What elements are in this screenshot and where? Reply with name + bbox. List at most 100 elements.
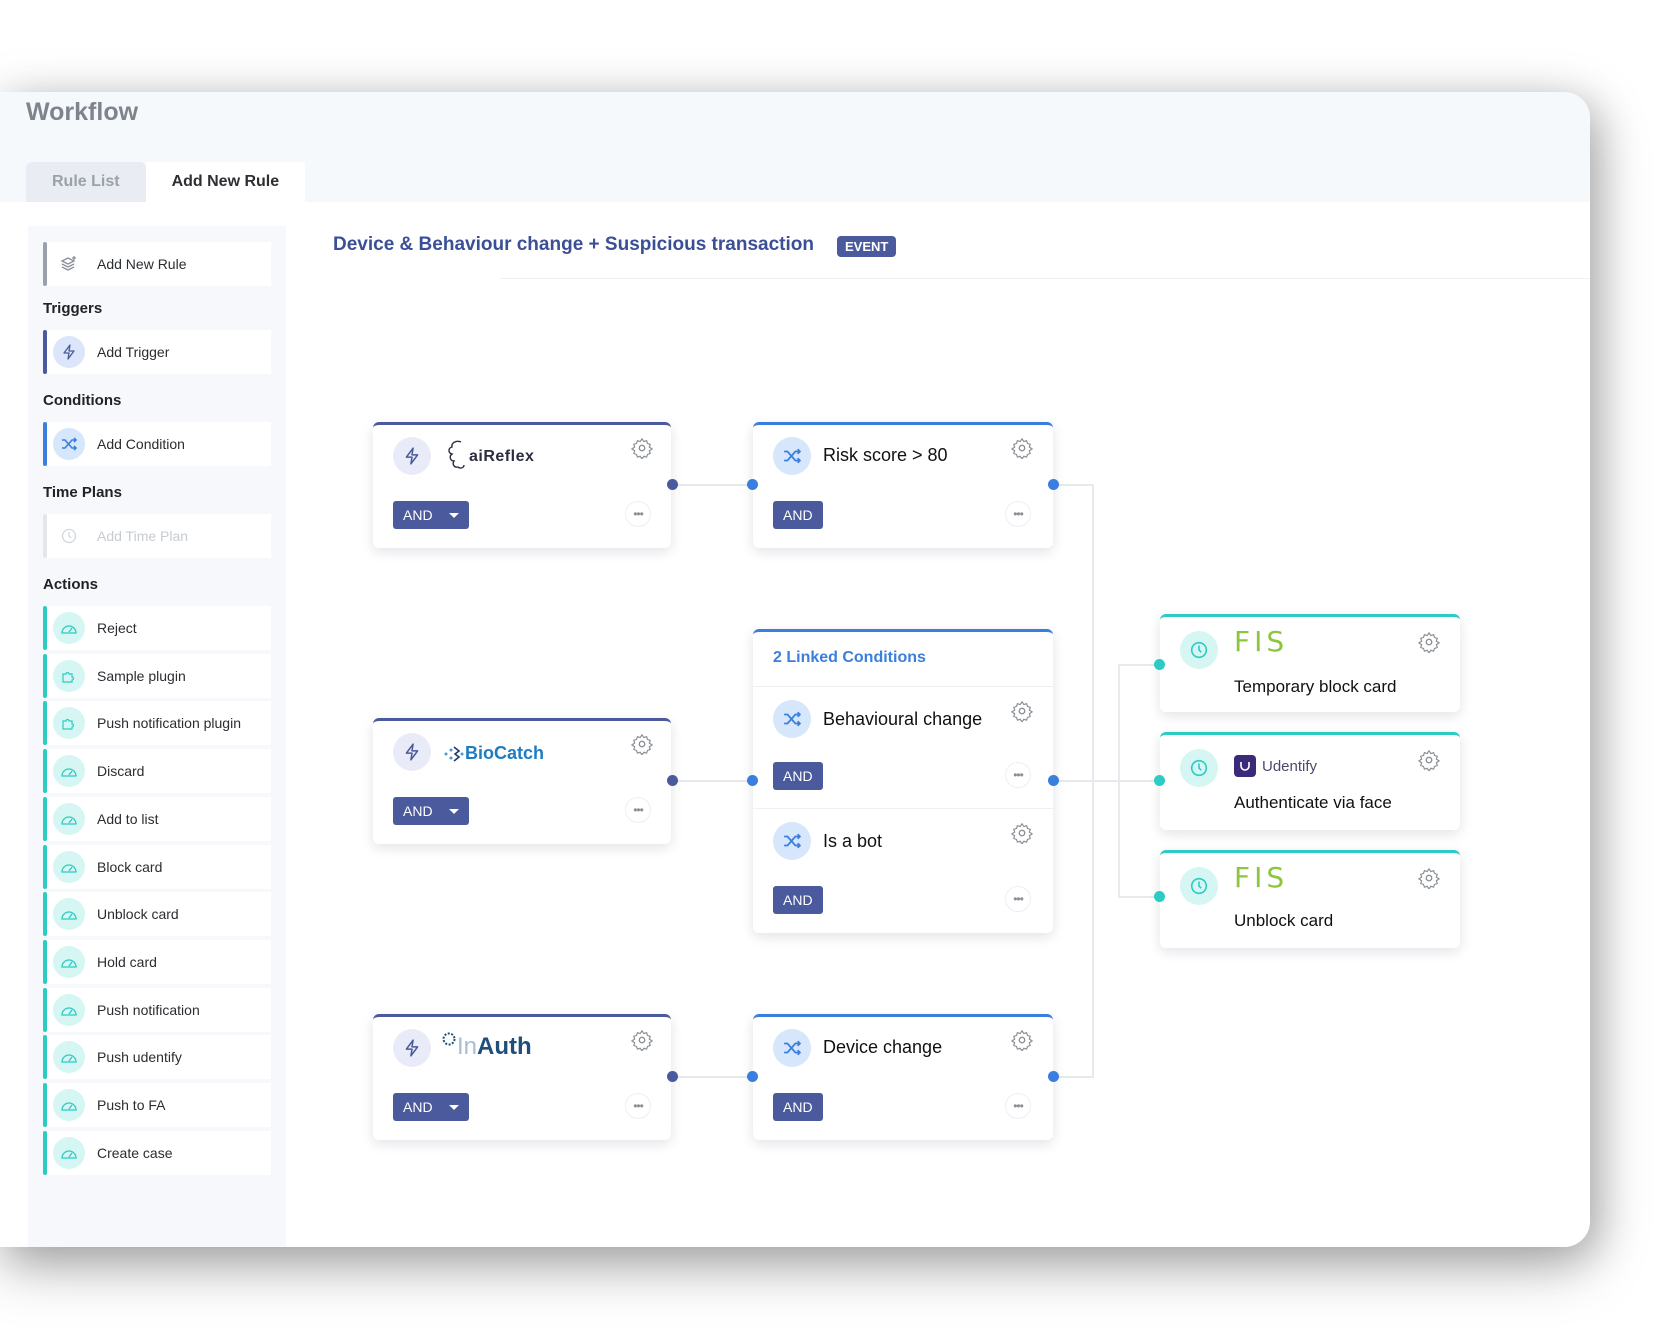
- item-accent: [43, 330, 47, 374]
- connector-line: [1058, 484, 1094, 486]
- action-label: Temporary block card: [1234, 677, 1397, 696]
- item-accent: [43, 514, 47, 558]
- brand-prefix: In: [457, 1033, 478, 1060]
- inauth-logo: In Auth: [441, 1031, 532, 1061]
- more-options-button[interactable]: •••: [1005, 886, 1031, 912]
- lightning-icon: [393, 733, 431, 771]
- more-options-button[interactable]: •••: [1005, 762, 1031, 788]
- sidebar-item-add-new-rule[interactable]: Add New Rule: [43, 242, 271, 286]
- gear-icon[interactable]: [1418, 631, 1440, 653]
- action-node-temporary-block[interactable]: FIS Temporary block card: [1160, 614, 1460, 712]
- gear-icon[interactable]: [631, 1029, 653, 1051]
- gear-icon[interactable]: [631, 733, 653, 755]
- sidebar-action-item[interactable]: Discard: [43, 749, 271, 794]
- connector-handle[interactable]: [667, 1071, 678, 1082]
- divider: [500, 278, 1590, 279]
- operator-dropdown[interactable]: AND: [393, 1093, 469, 1121]
- clock-icon: [53, 520, 85, 552]
- sidebar-item-add-trigger[interactable]: Add Trigger: [43, 330, 271, 374]
- action-node-authenticate-face[interactable]: Udentify Authenticate via face: [1160, 732, 1460, 830]
- connector-handle[interactable]: [667, 775, 678, 786]
- operator-label: AND: [403, 803, 433, 819]
- gauge-icon: [53, 1136, 85, 1169]
- item-accent: [43, 987, 47, 1032]
- connector-handle[interactable]: [667, 479, 678, 490]
- sidebar-action-item[interactable]: Push notification: [43, 987, 271, 1032]
- more-options-button[interactable]: •••: [1005, 501, 1031, 527]
- brand-name: BioCatch: [465, 743, 545, 763]
- sidebar-item-label: Sample plugin: [97, 667, 186, 684]
- sidebar-item-add-condition[interactable]: Add Condition: [43, 422, 271, 466]
- sidebar-action-item[interactable]: Push udentify: [43, 1035, 271, 1080]
- connector-handle[interactable]: [747, 775, 758, 786]
- trigger-node-inauth[interactable]: In Auth AND •••: [373, 1014, 671, 1140]
- sidebar-action-item[interactable]: Push notification plugin: [43, 701, 271, 746]
- connector-handle[interactable]: [1154, 775, 1165, 786]
- operator-label: AND: [783, 507, 813, 523]
- linked-conditions-group[interactable]: 2 Linked Conditions Behavioural change A…: [753, 629, 1053, 933]
- operator-button[interactable]: AND: [773, 1093, 823, 1121]
- operator-dropdown[interactable]: AND: [393, 501, 469, 529]
- item-accent: [43, 1035, 47, 1080]
- sidebar-item-label: Push udentify: [97, 1049, 182, 1066]
- operator-dropdown[interactable]: AND: [393, 797, 469, 825]
- inauth-ring-icon: [442, 1032, 456, 1046]
- brand-name: Udentify: [1262, 757, 1318, 775]
- gear-icon[interactable]: [1011, 437, 1033, 459]
- shuffle-icon: [773, 822, 811, 860]
- connector-handle[interactable]: [1048, 1071, 1059, 1082]
- trigger-node-aireflex[interactable]: aiReflex AND •••: [373, 422, 671, 548]
- connector-handle[interactable]: [1048, 479, 1059, 490]
- lightning-icon: [393, 437, 431, 475]
- sidebar-action-item[interactable]: Block card: [43, 844, 271, 889]
- condition-node-risk-score[interactable]: Risk score > 80 AND •••: [753, 422, 1053, 548]
- sidebar-item-label: Reject: [97, 620, 137, 636]
- gear-icon[interactable]: [1011, 822, 1033, 844]
- gear-icon[interactable]: [1011, 700, 1033, 722]
- connector-handle[interactable]: [1048, 775, 1059, 786]
- operator-label: AND: [783, 768, 813, 784]
- gear-icon[interactable]: [631, 437, 653, 459]
- connector-line: [1092, 484, 1094, 1078]
- shuffle-icon: [773, 1029, 811, 1067]
- condition-node-device-change[interactable]: Device change AND •••: [753, 1014, 1053, 1140]
- connector-handle[interactable]: [1154, 659, 1165, 670]
- caret-down-icon: [448, 808, 459, 814]
- connector-handle[interactable]: [1154, 891, 1165, 902]
- sidebar-action-item[interactable]: Hold card: [43, 939, 271, 984]
- operator-button[interactable]: AND: [773, 762, 823, 790]
- item-accent: [43, 242, 47, 286]
- event-badge: EVENT: [837, 236, 897, 257]
- tab-add-new-rule[interactable]: Add New Rule: [145, 162, 306, 202]
- sidebar-action-item[interactable]: Unblock card: [43, 892, 271, 937]
- sidebar-action-item[interactable]: Create case: [43, 1130, 271, 1175]
- item-accent: [43, 749, 47, 794]
- trigger-node-biocatch[interactable]: BioCatch AND •••: [373, 718, 671, 844]
- sidebar-action-item[interactable]: Reject: [43, 606, 271, 650]
- more-options-button[interactable]: •••: [625, 501, 651, 527]
- connector-handle[interactable]: [747, 479, 758, 490]
- tab-rule-list[interactable]: Rule List: [26, 162, 146, 202]
- operator-button[interactable]: AND: [773, 886, 823, 914]
- condition-label: Is a bot: [823, 831, 883, 851]
- action-node-unblock-card[interactable]: FIS Unblock card: [1160, 850, 1460, 948]
- gauge-icon: [53, 993, 85, 1026]
- fis-logo: FIS: [1234, 861, 1289, 894]
- divider: [753, 686, 1053, 687]
- sidebar-item-add-time-plan[interactable]: Add Time Plan: [43, 514, 271, 558]
- sidebar-action-item[interactable]: Sample plugin: [43, 653, 271, 698]
- gear-icon[interactable]: [1418, 749, 1440, 771]
- more-options-button[interactable]: •••: [625, 797, 651, 823]
- item-accent: [43, 939, 47, 984]
- gear-icon[interactable]: [1418, 867, 1440, 889]
- gear-icon[interactable]: [1011, 1029, 1033, 1051]
- puzzle-icon: [53, 659, 85, 692]
- sidebar-item-label: Add to list: [97, 810, 159, 827]
- sidebar-action-item[interactable]: Add to list: [43, 796, 271, 841]
- fis-logo: FIS: [1234, 625, 1289, 658]
- sidebar-action-item[interactable]: Push to FA: [43, 1083, 271, 1127]
- operator-button[interactable]: AND: [773, 501, 823, 529]
- more-options-button[interactable]: •••: [1005, 1093, 1031, 1119]
- connector-handle[interactable]: [747, 1071, 758, 1082]
- more-options-button[interactable]: •••: [625, 1093, 651, 1119]
